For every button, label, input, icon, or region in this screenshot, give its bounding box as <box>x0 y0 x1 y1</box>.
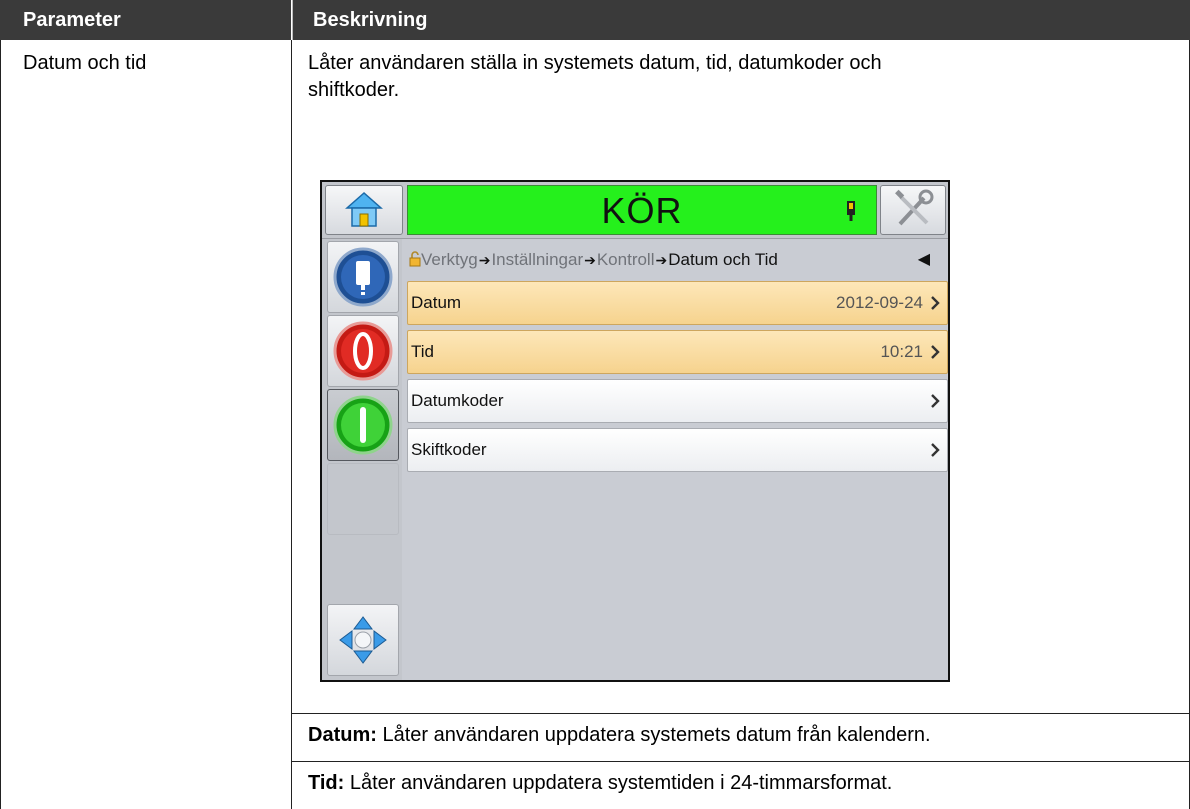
navigation-arrows-icon <box>339 616 387 664</box>
param-name: Datum och tid <box>23 52 147 74</box>
table-header-parameter: Parameter <box>0 0 291 40</box>
navigate-button[interactable] <box>327 604 399 676</box>
chevron-right-icon <box>931 443 940 457</box>
tools-icon <box>895 189 934 226</box>
back-arrow-icon[interactable]: ◀ <box>918 245 930 275</box>
breadcrumb-separator: ➔ <box>584 252 596 268</box>
note-term: Datum: <box>308 724 377 746</box>
menu-item-label: Skiftkoder <box>411 440 487 459</box>
note-term: Tid: <box>308 772 345 794</box>
content-area: Verktyg➔Inställningar➔Kontroll➔Datum och… <box>403 239 948 680</box>
breadcrumb-item[interactable]: Inställningar <box>491 250 583 269</box>
chevron-right-icon <box>931 394 940 408</box>
home-button[interactable] <box>325 185 403 235</box>
note-datum: Datum: Låter användaren uppdatera system… <box>308 722 931 748</box>
note-text: Låter användaren uppdatera systemtiden i… <box>344 772 893 794</box>
menu-item-tid[interactable]: Tid 10:21 <box>407 330 948 374</box>
start-button[interactable] <box>327 389 399 461</box>
tools-button[interactable] <box>880 185 946 235</box>
menu-item-label: Tid <box>411 342 434 361</box>
breadcrumb-current: Datum och Tid <box>668 250 778 269</box>
chevron-right-icon <box>931 345 940 359</box>
table-column-divider <box>291 40 292 809</box>
breadcrumb-item[interactable]: Verktyg <box>421 250 478 269</box>
empty-slot <box>327 463 399 535</box>
table-header-description: Beskrivning <box>292 0 1190 40</box>
menu-item-datumkoder[interactable]: Datumkoder <box>407 379 948 423</box>
menu-item-value: 10:21 <box>880 342 923 361</box>
breadcrumb: Verktyg➔Inställningar➔Kontroll➔Datum och… <box>409 245 944 275</box>
menu-item-skiftkoder[interactable]: Skiftkoder <box>407 428 948 472</box>
info-button[interactable] <box>327 241 399 313</box>
table-row-divider <box>291 761 1190 762</box>
breadcrumb-item[interactable]: Kontroll <box>597 250 655 269</box>
note-text: Låter användaren uppdatera systemets dat… <box>376 724 931 746</box>
menu-item-label: Datumkoder <box>411 391 504 410</box>
note-tid: Tid: Låter användaren uppdatera systemti… <box>308 770 892 796</box>
description-line-1: Låter användaren ställa in systemets dat… <box>308 52 882 74</box>
breadcrumb-separator: ➔ <box>655 252 668 268</box>
menu-item-value: 2012-09-24 <box>836 293 923 312</box>
home-icon <box>345 191 383 227</box>
description-line-2: shiftkoder. <box>308 79 400 101</box>
printer-screen: KÖR Verktyg➔Inställningar➔Kontroll➔Datum… <box>320 180 950 682</box>
status-text: KÖR <box>601 190 683 231</box>
table-row-divider <box>291 713 1190 714</box>
menu-item-label: Datum <box>411 293 462 312</box>
stop-icon <box>333 321 393 381</box>
table-border-left <box>0 40 1 809</box>
top-bar: KÖR <box>322 182 948 239</box>
lock-icon <box>409 251 421 267</box>
stop-button[interactable] <box>327 315 399 387</box>
info-icon <box>333 247 393 307</box>
ink-cartridge-icon <box>847 201 855 221</box>
breadcrumb-separator: ➔ <box>478 252 491 268</box>
status-bar[interactable]: KÖR <box>407 185 877 235</box>
menu-item-datum[interactable]: Datum 2012-09-24 <box>407 281 948 325</box>
chevron-right-icon <box>931 296 940 310</box>
side-panel <box>322 239 402 680</box>
start-icon <box>333 395 393 455</box>
